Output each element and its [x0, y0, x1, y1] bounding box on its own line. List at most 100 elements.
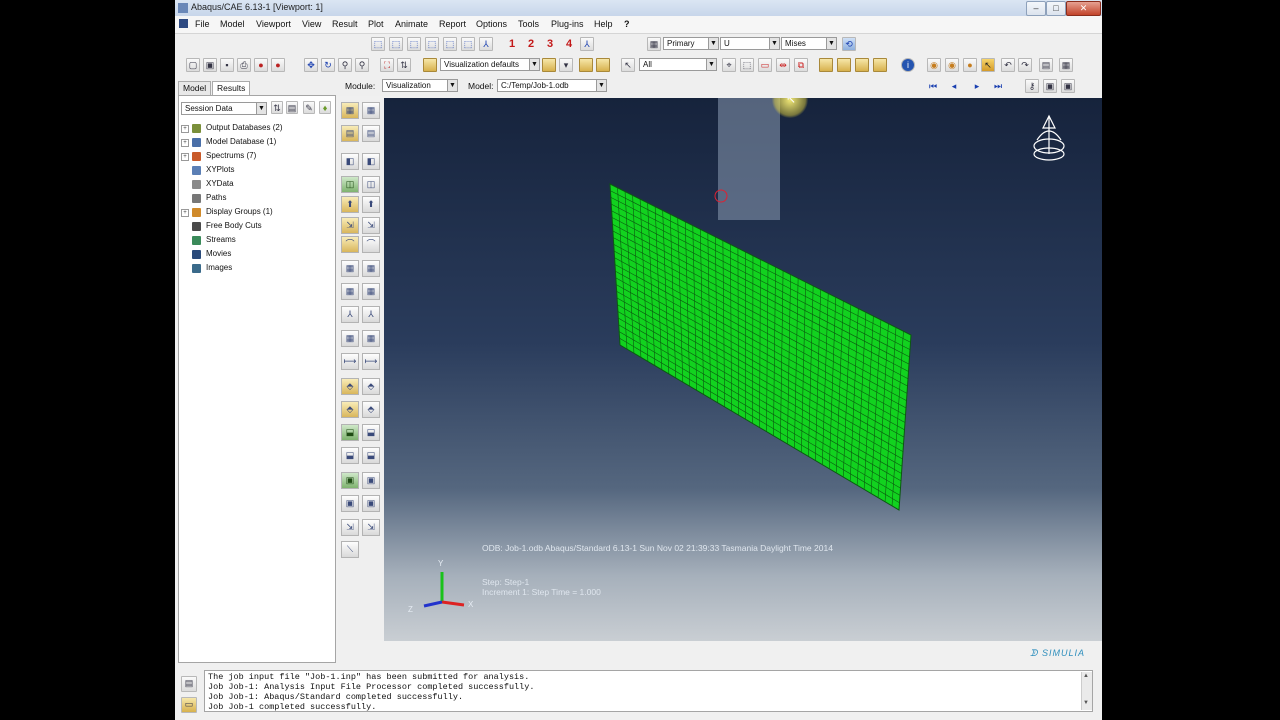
selection-filter-select[interactable]: All ▼ [639, 58, 717, 71]
component-select[interactable]: Mises ▼ [781, 37, 837, 50]
xy-plot-icon-alt[interactable]: ▦ [362, 283, 380, 300]
menu-whats-this[interactable]: ? [624, 19, 630, 29]
module-select[interactable]: Visualization ▼ [382, 79, 458, 92]
material-orientation-icon[interactable]: ⬆ [341, 196, 359, 213]
key-icon[interactable]: ⚷ [1025, 79, 1039, 93]
field-output-icon[interactable]: ▦ [647, 37, 661, 51]
session-data-select[interactable]: Session Data ▼ [181, 102, 267, 115]
message-scrollbar[interactable]: ▲ ▼ [1081, 672, 1092, 710]
contour-icon-alt[interactable]: ◧ [362, 153, 380, 170]
xy-data-icon-alt[interactable]: ▦ [362, 260, 380, 277]
save-icon[interactable]: ▪ [220, 58, 234, 72]
animate-icon-alt[interactable]: ⌒ [362, 236, 380, 253]
app-menu-icon[interactable] [179, 19, 188, 28]
report-icon-alt[interactable]: ▣ [362, 495, 380, 512]
render-mode-2-icon[interactable]: ◉ [945, 58, 959, 72]
menu-viewport[interactable]: Viewport [256, 19, 291, 29]
select-tool-icon[interactable]: ⌖ [722, 58, 736, 72]
plot-undeformed-icon-alt[interactable]: ▦ [362, 102, 380, 119]
expand-icon[interactable]: + [181, 125, 189, 133]
magnify-icon[interactable]: ⚲ [338, 58, 352, 72]
new-file-icon[interactable]: ▢ [186, 58, 200, 72]
print-icon[interactable]: ⎙ [237, 58, 251, 72]
menu-report[interactable]: Report [439, 19, 466, 29]
menu-tools[interactable]: Tools [518, 19, 539, 29]
common-options-icon[interactable]: ⬓ [341, 424, 359, 441]
render-mode-1-icon[interactable]: ◉ [927, 58, 941, 72]
viewport-window-1-icon[interactable]: ▣ [1043, 79, 1057, 93]
probe-icon-alt[interactable]: ⇲ [362, 519, 380, 536]
view-2-button[interactable]: 2 [524, 37, 538, 51]
select-region-icon[interactable]: ▭ [758, 58, 772, 72]
report-icon[interactable]: ▣ [341, 495, 359, 512]
path-icon-alt[interactable]: ⟼ [362, 353, 380, 370]
python-console-icon[interactable]: ▭ [181, 697, 197, 713]
view-cube-icon[interactable] [1033, 114, 1065, 161]
tab-model[interactable]: Model [178, 81, 211, 95]
invariant-select[interactable]: Primary ▼ [663, 37, 719, 50]
free-body-icon-alt[interactable]: ⬘ [362, 401, 380, 418]
allow-multiple-icon[interactable]: ⇲ [341, 217, 359, 234]
superimpose-icon[interactable]: ⬓ [341, 447, 359, 464]
view-bottom-icon[interactable]: ⬚ [425, 37, 439, 51]
menu-view[interactable]: View [302, 19, 321, 29]
display-group-2-icon[interactable] [837, 58, 851, 72]
view-top-icon[interactable]: ⬚ [407, 37, 421, 51]
menu-model[interactable]: Model [220, 19, 245, 29]
message-area[interactable]: The job input file "Job-1.inp" has been … [204, 670, 1093, 712]
grid-layout-icon[interactable]: ▦ [1059, 58, 1073, 72]
variable-select[interactable]: U ▼ [720, 37, 780, 50]
stream-icon[interactable]: ⬘ [341, 378, 359, 395]
pointer-tool-icon[interactable]: ↖ [981, 58, 995, 72]
expand-icon[interactable]: + [181, 139, 189, 147]
replace-icon[interactable]: ⧉ [794, 58, 808, 72]
query-info-icon[interactable]: i [901, 58, 915, 72]
mesh-plate[interactable] [609, 183, 912, 511]
view-3-button[interactable]: 3 [543, 37, 557, 51]
xy-plot-icon[interactable]: ▦ [341, 283, 359, 300]
path-icon[interactable]: ⟼ [341, 353, 359, 370]
menu-help[interactable]: Help [594, 19, 613, 29]
common-options-icon-alt[interactable]: ⬓ [362, 424, 380, 441]
plot-undeformed-icon[interactable]: ▦ [341, 102, 359, 119]
viewport[interactable]: Y X Z ODB: Job-1.odb Abaqus/Standard 6.1… [384, 98, 1102, 641]
expand-icon[interactable]: + [181, 153, 189, 161]
display-group-4-icon[interactable] [873, 58, 887, 72]
zoom-icon[interactable]: ⚲ [355, 58, 369, 72]
probe-icon[interactable]: ⇲ [341, 519, 359, 536]
auto-fit-icon[interactable]: ⛶ [380, 58, 394, 72]
animate-icon[interactable]: ⌒ [341, 236, 359, 253]
view-left-icon[interactable]: ⬚ [443, 37, 457, 51]
stream-icon-alt[interactable]: ⬘ [362, 378, 380, 395]
tree-sort-icon[interactable]: ⇅ [271, 101, 283, 114]
viewport-window-2-icon[interactable]: ▣ [1061, 79, 1075, 93]
tree-filter-icon[interactable]: ▤ [286, 101, 298, 114]
layout-icon[interactable]: ▤ [1039, 58, 1053, 72]
menu-options[interactable]: Options [476, 19, 507, 29]
view-cut-icon[interactable]: ⅄ [341, 306, 359, 323]
rotate-icon[interactable]: ↻ [321, 58, 335, 72]
sync-icon[interactable]: ⟲ [842, 37, 856, 51]
render-mode-3-icon[interactable]: ● [963, 58, 977, 72]
message-area-icon[interactable]: ▤ [181, 676, 197, 692]
overlay-icon-alt[interactable]: ▣ [362, 472, 380, 489]
view-back-icon[interactable]: ⬚ [389, 37, 403, 51]
view-front-icon[interactable]: ⬚ [371, 37, 385, 51]
record-icon[interactable]: ● [254, 58, 268, 72]
view-cut-icon-alt[interactable]: ⅄ [362, 306, 380, 323]
visualization-defaults-select[interactable]: Visualization defaults ▼ [440, 58, 540, 71]
overlay-icon[interactable]: ▣ [341, 472, 359, 489]
select-arrow-icon[interactable]: ↖ [621, 58, 635, 72]
scroll-down-icon[interactable]: ▼ [1083, 700, 1089, 706]
open-file-icon[interactable]: ▣ [203, 58, 217, 72]
menu-animate[interactable]: Animate [395, 19, 428, 29]
previous-frame-icon[interactable]: ◂ [947, 79, 961, 93]
free-body-icon[interactable]: ⬘ [341, 401, 359, 418]
menu-plugins[interactable]: Plug-ins [551, 19, 584, 29]
minimize-button[interactable]: – [1026, 1, 1046, 16]
view-4-button[interactable]: 4 [562, 37, 576, 51]
display-group-icon-alt[interactable]: ▦ [362, 330, 380, 347]
render-dropdown-icon[interactable]: ▾ [559, 58, 573, 72]
close-button[interactable]: ✕ [1066, 1, 1101, 16]
first-frame-icon[interactable]: ⏮ [926, 79, 940, 93]
